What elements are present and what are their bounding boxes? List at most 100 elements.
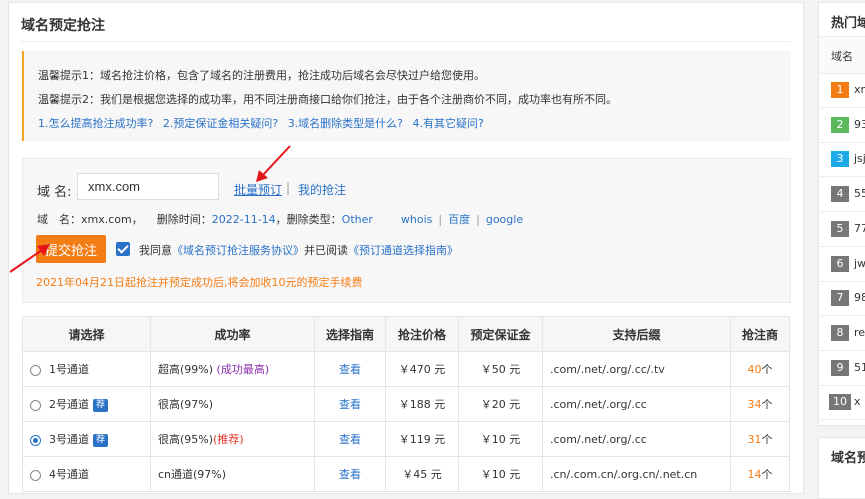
price-cell: ￥45 元 <box>385 456 459 492</box>
hot-domain-name[interactable]: re <box>854 326 865 339</box>
guide-link[interactable]: 查看 <box>339 468 361 481</box>
page-title: 域名预定抢注 <box>21 18 105 34</box>
hot-domain-name[interactable]: 98 <box>854 291 865 304</box>
table-row[interactable]: 3号通道荐 很高(95%)(推荐) 查看 ￥119 元 ￥10 元 .com/.… <box>22 421 790 457</box>
hot-domain-item[interactable]: 4 55 <box>819 177 865 213</box>
hot-domain-item[interactable]: 5 77 <box>819 212 865 247</box>
hot-col-domain: 域名 <box>831 50 853 63</box>
rank-badge: 2 <box>831 116 849 133</box>
channel-guide-link[interactable]: 《预订通道选择指南》 <box>348 244 458 257</box>
table-row[interactable]: 4号通道 cn通道(97%) 查看 ￥45 元 ￥10 元 .cn/.com.c… <box>22 456 790 492</box>
hot-domain-item[interactable]: 1 xn <box>819 73 865 108</box>
tip-links: 1.怎么提高抢注成功率? 2.预定保证金相关疑问? 3.域名删除类型是什么? 4… <box>38 115 490 131</box>
rate-cell: 很高(97%) <box>150 386 315 422</box>
col-header-suffix: 支持后缀 <box>542 316 731 352</box>
channel-name: 3号通道 <box>49 433 89 446</box>
rank-badge: 6 <box>831 255 849 272</box>
registrar-unit: 个 <box>761 433 773 446</box>
channel-cell[interactable]: 1号通道 <box>22 351 151 387</box>
rate-cell: cn通道(97%) <box>150 456 315 492</box>
batch-reserve-link[interactable]: 批量预订 <box>234 181 282 198</box>
rank-badge: 9 <box>831 359 849 376</box>
deposit-cell: ￥10 元 <box>458 456 543 492</box>
faq-link-delete-type[interactable]: 3.域名删除类型是什么? <box>288 117 403 130</box>
baidu-link[interactable]: 百度 <box>448 213 470 226</box>
hot-domain-name[interactable]: jsj <box>854 152 865 165</box>
hot-domains-panel: 热门域 域名 1 xn 2 93 3 jsj 4 55 5 77 6 jw 7 98 8 re 9 51 10 x <box>818 2 865 426</box>
delete-time-label: 删除时间： <box>156 213 212 226</box>
rank-badge: 7 <box>831 290 849 307</box>
hot-domain-name[interactable]: 55 <box>854 187 865 200</box>
registrar-unit: 个 <box>761 363 773 376</box>
hot-domain-item[interactable]: 10 x <box>819 385 865 421</box>
agree-text: 我同意 <box>139 244 172 257</box>
col-header-registrar: 抢注商 <box>730 316 790 352</box>
price-cell: ￥188 元 <box>385 386 459 422</box>
domain-info-row: 域 名：xmx.com， 删除时间：2022-11-14，删除类型：Other wh… <box>37 213 524 226</box>
deposit-cell: ￥50 元 <box>458 351 543 387</box>
faq-link-success-rate[interactable]: 1.怎么提高抢注成功率? <box>38 117 153 130</box>
deposit-cell: ￥20 元 <box>458 386 543 422</box>
registrar-cell: 31个 <box>730 421 790 457</box>
rate-note: (推荐) <box>213 433 244 446</box>
hot-domain-name[interactable]: 51 <box>854 361 865 374</box>
hot-domain-item[interactable]: 8 re <box>819 316 865 351</box>
recommend-badge: 荐 <box>93 398 109 412</box>
hot-domain-item[interactable]: 3 jsj <box>819 142 865 178</box>
faq-link-other[interactable]: 4.有其它疑问? <box>413 117 484 130</box>
hot-domain-name[interactable]: 93 <box>854 118 865 131</box>
registrar-cell: 14个 <box>730 456 790 492</box>
rank-badge: 1 <box>831 82 849 98</box>
guide-link[interactable]: 查看 <box>339 433 361 446</box>
rate-text: 超高(99%) <box>158 363 214 376</box>
table-row[interactable]: 2号通道荐 很高(97%) 查看 ￥188 元 ￥20 元 .com/.net/… <box>22 386 790 422</box>
divider: | <box>286 181 291 195</box>
domain-label: 域 名: <box>37 185 72 200</box>
registrar-count: 34 <box>747 398 762 411</box>
rank-badge: 8 <box>831 324 849 341</box>
hot-domain-name[interactable]: x <box>854 395 861 408</box>
guide-link[interactable]: 查看 <box>339 398 361 411</box>
guide-link[interactable]: 查看 <box>339 363 361 376</box>
my-reservations-link[interactable]: 我的抢注 <box>298 181 346 198</box>
suffix-cell: .com/.net/.org/.cc/.tv <box>542 351 731 387</box>
channel-name: 4号通道 <box>49 468 89 481</box>
info-domain-label: 域 名： <box>37 213 81 226</box>
rate-text: 很高(97%) <box>158 398 214 411</box>
registrar-cell: 40个 <box>730 351 790 387</box>
info-domain-value: xmx.com <box>81 213 132 226</box>
channel-cell[interactable]: 2号通道荐 <box>22 386 151 422</box>
channel-radio[interactable] <box>30 469 41 481</box>
guide-cell: 查看 <box>314 456 386 492</box>
channel-cell[interactable]: 4号通道 <box>22 456 151 492</box>
hot-domain-item[interactable]: 7 98 <box>819 281 865 317</box>
tip-line-1: 温馨提示1：域名抢注价格，包含了域名的注册费用，抢注成功后域名会尽快过户给您使用… <box>38 69 485 82</box>
rate-cell: 很高(95%)(推荐) <box>150 421 315 457</box>
hot-domain-name[interactable]: xn <box>854 83 865 96</box>
rate-text: cn通道(97%) <box>158 468 227 481</box>
google-link[interactable]: google <box>486 213 523 226</box>
channel-radio[interactable] <box>30 399 41 411</box>
agree-checkbox[interactable] <box>116 242 130 256</box>
channel-radio-selected[interactable] <box>30 434 41 446</box>
channel-name: 1号通道 <box>49 363 89 376</box>
table-header-row: 请选择 成功率 选择指南 抢注价格 预定保证金 支持后缀 抢注商 <box>22 316 790 352</box>
hot-domain-name[interactable]: 77 <box>854 222 865 235</box>
whois-link[interactable]: whois <box>401 213 433 226</box>
registrar-count: 14 <box>747 468 762 481</box>
channel-radio[interactable] <box>30 364 41 376</box>
hot-domain-name[interactable]: jw <box>854 257 865 270</box>
hot-domain-item[interactable]: 6 jw <box>819 247 865 282</box>
domain-input[interactable] <box>77 173 219 200</box>
hot-domain-item[interactable]: 2 93 <box>819 108 865 143</box>
domain-form: 域 名: 批量预订 | 我的抢注 域 名：xmx.com，删除时间：2022-1… <box>22 158 791 303</box>
table-row[interactable]: 1号通道 超高(99%) (成功最高) 查看 ￥470 元 ￥50 元 .com… <box>22 351 790 387</box>
registrar-unit: 个 <box>761 468 773 481</box>
faq-link-deposit[interactable]: 2.预定保证金相关疑问? <box>163 117 278 130</box>
channel-cell[interactable]: 3号通道荐 <box>22 421 151 457</box>
hot-domain-item[interactable]: 9 51 <box>819 351 865 386</box>
service-agreement-link[interactable]: 《域名预订抢注服务协议》 <box>172 244 304 257</box>
delete-type-label: 删除类型： <box>286 213 342 226</box>
submit-reservation-button[interactable]: 提交抢注 <box>36 235 106 263</box>
deposit-cell: ￥10 元 <box>458 421 543 457</box>
